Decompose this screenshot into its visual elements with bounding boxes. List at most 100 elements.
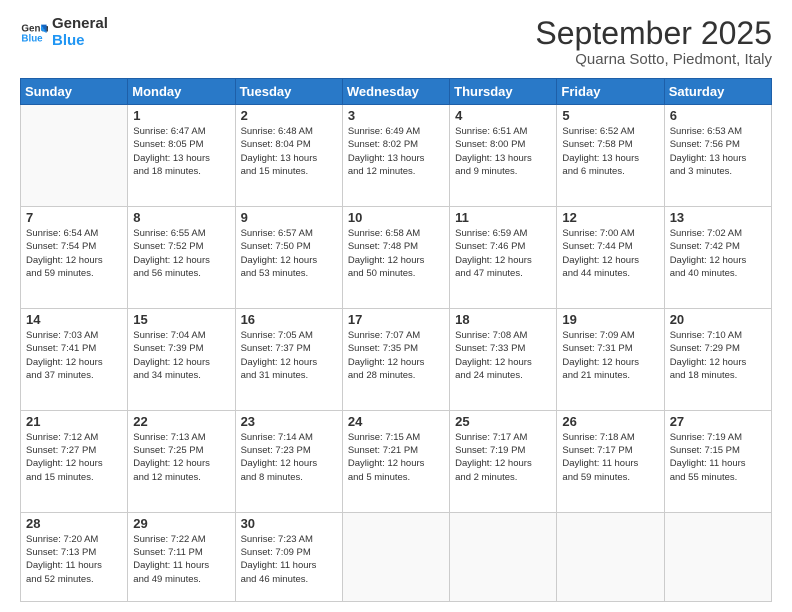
calendar-week-2: 7 Sunrise: 6:54 AM Sunset: 7:54 PM Daylig… bbox=[21, 207, 772, 309]
day-info: Sunrise: 6:47 AM Sunset: 8:05 PM Dayligh… bbox=[133, 125, 229, 178]
calendar-cell: 22 Sunrise: 7:13 AM Sunset: 7:25 PM Dayli… bbox=[128, 410, 235, 512]
day-header-thursday: Thursday bbox=[450, 79, 557, 105]
calendar-cell: 25 Sunrise: 7:17 AM Sunset: 7:19 PM Dayli… bbox=[450, 410, 557, 512]
day-info: Sunrise: 7:19 AM Sunset: 7:15 PM Dayligh… bbox=[670, 431, 766, 484]
calendar: SundayMondayTuesdayWednesdayThursdayFrid… bbox=[20, 78, 772, 602]
day-number: 9 bbox=[241, 210, 337, 225]
day-number: 8 bbox=[133, 210, 229, 225]
day-header-wednesday: Wednesday bbox=[342, 79, 449, 105]
calendar-header-row: SundayMondayTuesdayWednesdayThursdayFrid… bbox=[21, 79, 772, 105]
calendar-cell bbox=[342, 512, 449, 601]
calendar-cell: 14Sunrise: 7:03 AM Sunset: 7:41 PM Dayli… bbox=[21, 308, 128, 410]
calendar-week-3: 14Sunrise: 7:03 AM Sunset: 7:41 PM Dayli… bbox=[21, 308, 772, 410]
calendar-cell: 5 Sunrise: 6:52 AM Sunset: 7:58 PM Daylig… bbox=[557, 105, 664, 207]
day-number: 6 bbox=[670, 108, 766, 123]
calendar-cell: 20Sunrise: 7:10 AM Sunset: 7:29 PM Dayli… bbox=[664, 308, 771, 410]
day-number: 14 bbox=[26, 312, 122, 327]
calendar-cell: 1 Sunrise: 6:47 AM Sunset: 8:05 PM Daylig… bbox=[128, 105, 235, 207]
day-header-sunday: Sunday bbox=[21, 79, 128, 105]
day-info: Sunrise: 6:54 AM Sunset: 7:54 PM Dayligh… bbox=[26, 227, 122, 280]
calendar-week-5: 28Sunrise: 7:20 AM Sunset: 7:13 PM Dayli… bbox=[21, 512, 772, 601]
day-info: Sunrise: 7:17 AM Sunset: 7:19 PM Dayligh… bbox=[455, 431, 551, 484]
day-number: 30 bbox=[241, 516, 337, 531]
day-number: 24 bbox=[348, 414, 444, 429]
calendar-cell: 17Sunrise: 7:07 AM Sunset: 7:35 PM Dayli… bbox=[342, 308, 449, 410]
day-number: 23 bbox=[241, 414, 337, 429]
calendar-week-1: 1 Sunrise: 6:47 AM Sunset: 8:05 PM Daylig… bbox=[21, 105, 772, 207]
day-number: 29 bbox=[133, 516, 229, 531]
day-header-tuesday: Tuesday bbox=[235, 79, 342, 105]
day-info: Sunrise: 7:00 AM Sunset: 7:44 PM Dayligh… bbox=[562, 227, 658, 280]
calendar-cell: 24 Sunrise: 7:15 AM Sunset: 7:21 PM Dayli… bbox=[342, 410, 449, 512]
day-number: 7 bbox=[26, 210, 122, 225]
day-number: 26 bbox=[562, 414, 658, 429]
day-info: Sunrise: 7:20 AM Sunset: 7:13 PM Dayligh… bbox=[26, 533, 122, 586]
day-info: Sunrise: 7:08 AM Sunset: 7:33 PM Dayligh… bbox=[455, 329, 551, 382]
calendar-cell: 18 Sunrise: 7:08 AM Sunset: 7:33 PM Dayli… bbox=[450, 308, 557, 410]
calendar-cell: 9 Sunrise: 6:57 AM Sunset: 7:50 PM Daylig… bbox=[235, 207, 342, 309]
day-header-friday: Friday bbox=[557, 79, 664, 105]
day-header-monday: Monday bbox=[128, 79, 235, 105]
day-number: 10 bbox=[348, 210, 444, 225]
calendar-cell: 8 Sunrise: 6:55 AM Sunset: 7:52 PM Daylig… bbox=[128, 207, 235, 309]
calendar-cell: 27 Sunrise: 7:19 AM Sunset: 7:15 PM Dayli… bbox=[664, 410, 771, 512]
day-number: 19 bbox=[562, 312, 658, 327]
day-info: Sunrise: 6:52 AM Sunset: 7:58 PM Dayligh… bbox=[562, 125, 658, 178]
day-info: Sunrise: 6:57 AM Sunset: 7:50 PM Dayligh… bbox=[241, 227, 337, 280]
calendar-cell: 3Sunrise: 6:49 AM Sunset: 8:02 PM Daylig… bbox=[342, 105, 449, 207]
day-info: Sunrise: 6:58 AM Sunset: 7:48 PM Dayligh… bbox=[348, 227, 444, 280]
day-info: Sunrise: 7:15 AM Sunset: 7:21 PM Dayligh… bbox=[348, 431, 444, 484]
day-number: 25 bbox=[455, 414, 551, 429]
day-info: Sunrise: 7:02 AM Sunset: 7:42 PM Dayligh… bbox=[670, 227, 766, 280]
calendar-cell: 15Sunrise: 7:04 AM Sunset: 7:39 PM Dayli… bbox=[128, 308, 235, 410]
calendar-cell: 29 Sunrise: 7:22 AM Sunset: 7:11 PM Dayli… bbox=[128, 512, 235, 601]
day-info: Sunrise: 7:05 AM Sunset: 7:37 PM Dayligh… bbox=[241, 329, 337, 382]
day-number: 13 bbox=[670, 210, 766, 225]
day-info: Sunrise: 6:59 AM Sunset: 7:46 PM Dayligh… bbox=[455, 227, 551, 280]
day-number: 22 bbox=[133, 414, 229, 429]
calendar-cell: 4 Sunrise: 6:51 AM Sunset: 8:00 PM Daylig… bbox=[450, 105, 557, 207]
calendar-cell bbox=[557, 512, 664, 601]
day-info: Sunrise: 7:18 AM Sunset: 7:17 PM Dayligh… bbox=[562, 431, 658, 484]
calendar-cell: 26 Sunrise: 7:18 AM Sunset: 7:17 PM Dayli… bbox=[557, 410, 664, 512]
calendar-week-4: 21 Sunrise: 7:12 AM Sunset: 7:27 PM Dayli… bbox=[21, 410, 772, 512]
day-info: Sunrise: 7:09 AM Sunset: 7:31 PM Dayligh… bbox=[562, 329, 658, 382]
day-number: 1 bbox=[133, 108, 229, 123]
day-info: Sunrise: 6:55 AM Sunset: 7:52 PM Dayligh… bbox=[133, 227, 229, 280]
day-number: 15 bbox=[133, 312, 229, 327]
calendar-cell bbox=[450, 512, 557, 601]
svg-text:Blue: Blue bbox=[21, 33, 43, 44]
logo-line2: Blue bbox=[52, 33, 108, 50]
main-title: September 2025 bbox=[535, 16, 772, 51]
calendar-cell: 19 Sunrise: 7:09 AM Sunset: 7:31 PM Dayli… bbox=[557, 308, 664, 410]
calendar-cell: 21 Sunrise: 7:12 AM Sunset: 7:27 PM Dayli… bbox=[21, 410, 128, 512]
day-number: 5 bbox=[562, 108, 658, 123]
calendar-cell: 12 Sunrise: 7:00 AM Sunset: 7:44 PM Dayli… bbox=[557, 207, 664, 309]
day-number: 12 bbox=[562, 210, 658, 225]
day-number: 4 bbox=[455, 108, 551, 123]
day-number: 18 bbox=[455, 312, 551, 327]
day-number: 11 bbox=[455, 210, 551, 225]
day-number: 16 bbox=[241, 312, 337, 327]
title-block: September 2025 Quarna Sotto, Piedmont, I… bbox=[535, 16, 772, 68]
calendar-cell bbox=[664, 512, 771, 601]
calendar-cell: 23Sunrise: 7:14 AM Sunset: 7:23 PM Dayli… bbox=[235, 410, 342, 512]
day-number: 27 bbox=[670, 414, 766, 429]
day-info: Sunrise: 6:51 AM Sunset: 8:00 PM Dayligh… bbox=[455, 125, 551, 178]
calendar-cell: 28Sunrise: 7:20 AM Sunset: 7:13 PM Dayli… bbox=[21, 512, 128, 601]
logo: General Blue General Blue bbox=[20, 16, 108, 49]
subtitle: Quarna Sotto, Piedmont, Italy bbox=[535, 51, 772, 68]
day-number: 2 bbox=[241, 108, 337, 123]
day-number: 21 bbox=[26, 414, 122, 429]
logo-line1: General bbox=[52, 16, 108, 33]
day-number: 20 bbox=[670, 312, 766, 327]
day-number: 3 bbox=[348, 108, 444, 123]
header: General Blue General Blue September 2025… bbox=[20, 16, 772, 68]
day-info: Sunrise: 7:12 AM Sunset: 7:27 PM Dayligh… bbox=[26, 431, 122, 484]
calendar-cell: 6Sunrise: 6:53 AM Sunset: 7:56 PM Daylig… bbox=[664, 105, 771, 207]
calendar-cell: 16 Sunrise: 7:05 AM Sunset: 7:37 PM Dayli… bbox=[235, 308, 342, 410]
day-info: Sunrise: 7:22 AM Sunset: 7:11 PM Dayligh… bbox=[133, 533, 229, 586]
day-number: 17 bbox=[348, 312, 444, 327]
day-info: Sunrise: 7:23 AM Sunset: 7:09 PM Dayligh… bbox=[241, 533, 337, 586]
day-info: Sunrise: 7:13 AM Sunset: 7:25 PM Dayligh… bbox=[133, 431, 229, 484]
